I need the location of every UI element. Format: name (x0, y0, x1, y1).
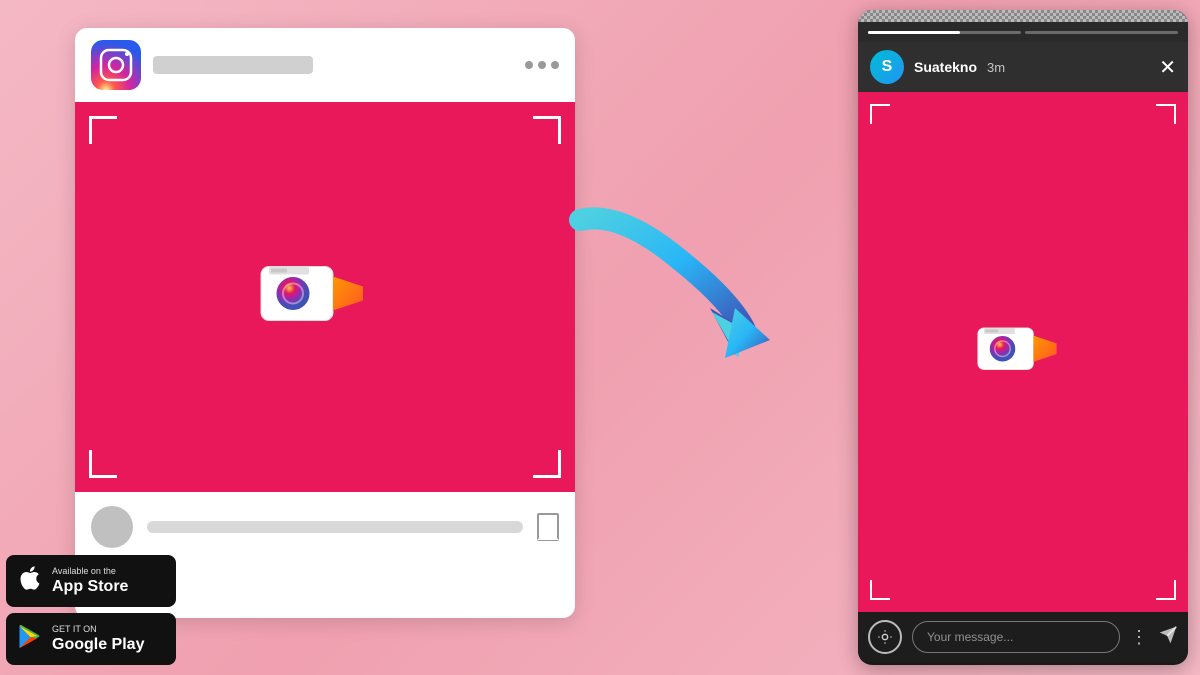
story-avatar: S (870, 50, 904, 84)
bracket-top-right (533, 116, 561, 144)
story-time: 3m (987, 60, 1005, 75)
appstore-text: Available on the App Store (52, 566, 128, 596)
story-camera-button[interactable] (868, 620, 902, 654)
checker-bg (858, 10, 1188, 22)
app-store-badges: Available on the App Store GET IT ON Goo… (6, 555, 176, 665)
googleplay-text: GET IT ON Google Play (52, 624, 144, 654)
ig-username-bar (153, 56, 313, 74)
ig-footer (75, 492, 575, 562)
story-bracket-tr (1156, 104, 1176, 124)
appstore-badge[interactable]: Available on the App Store (6, 555, 176, 607)
camera-video-icon-left (259, 255, 369, 340)
googleplay-small-text: GET IT ON (52, 624, 144, 635)
story-bracket-tl (870, 104, 890, 124)
instagram-post-mockup (75, 28, 575, 618)
ig-user-avatar (91, 506, 133, 548)
appstore-small-text: Available on the (52, 566, 128, 577)
story-message-input[interactable]: Your message... (912, 621, 1120, 653)
arrow-container (560, 200, 760, 380)
story-bracket-br (1156, 580, 1176, 600)
ig-footer-bar (147, 521, 523, 533)
camera-video-icon-right (976, 319, 1061, 386)
story-progress-bar (858, 22, 1188, 42)
dot-1 (525, 61, 533, 69)
story-progress-2 (1025, 31, 1178, 34)
story-bracket-bl (870, 580, 890, 600)
ig-post-area (75, 102, 575, 492)
ig-more-dots[interactable] (525, 61, 559, 69)
dot-3 (551, 61, 559, 69)
story-progress-1 (868, 31, 1021, 34)
ig-bookmark-icon[interactable] (537, 513, 559, 541)
googleplay-icon (16, 622, 44, 657)
story-content (858, 92, 1188, 612)
ig-header (75, 28, 575, 102)
bracket-bottom-right (533, 450, 561, 478)
story-send-button[interactable] (1158, 625, 1178, 650)
direction-arrow (560, 200, 790, 400)
dot-2 (538, 61, 546, 69)
story-progress-fill (868, 31, 960, 34)
bracket-top-left (89, 116, 117, 144)
story-message-placeholder: Your message... (927, 630, 1013, 644)
appstore-large-text: App Store (52, 577, 128, 596)
story-footer: Your message... ⋮ (858, 612, 1188, 662)
instagram-logo (91, 40, 141, 90)
instagram-story-mockup: S Suatekno 3m ✕ (858, 10, 1188, 665)
googleplay-large-text: Google Play (52, 635, 144, 654)
googleplay-badge[interactable]: GET IT ON Google Play (6, 613, 176, 665)
apple-icon (16, 564, 44, 599)
story-more-button[interactable]: ⋮ (1130, 627, 1148, 648)
story-header: S Suatekno 3m ✕ (858, 42, 1188, 92)
story-username: Suatekno (914, 59, 977, 75)
bracket-bottom-left (89, 450, 117, 478)
story-close-button[interactable]: ✕ (1159, 55, 1176, 80)
